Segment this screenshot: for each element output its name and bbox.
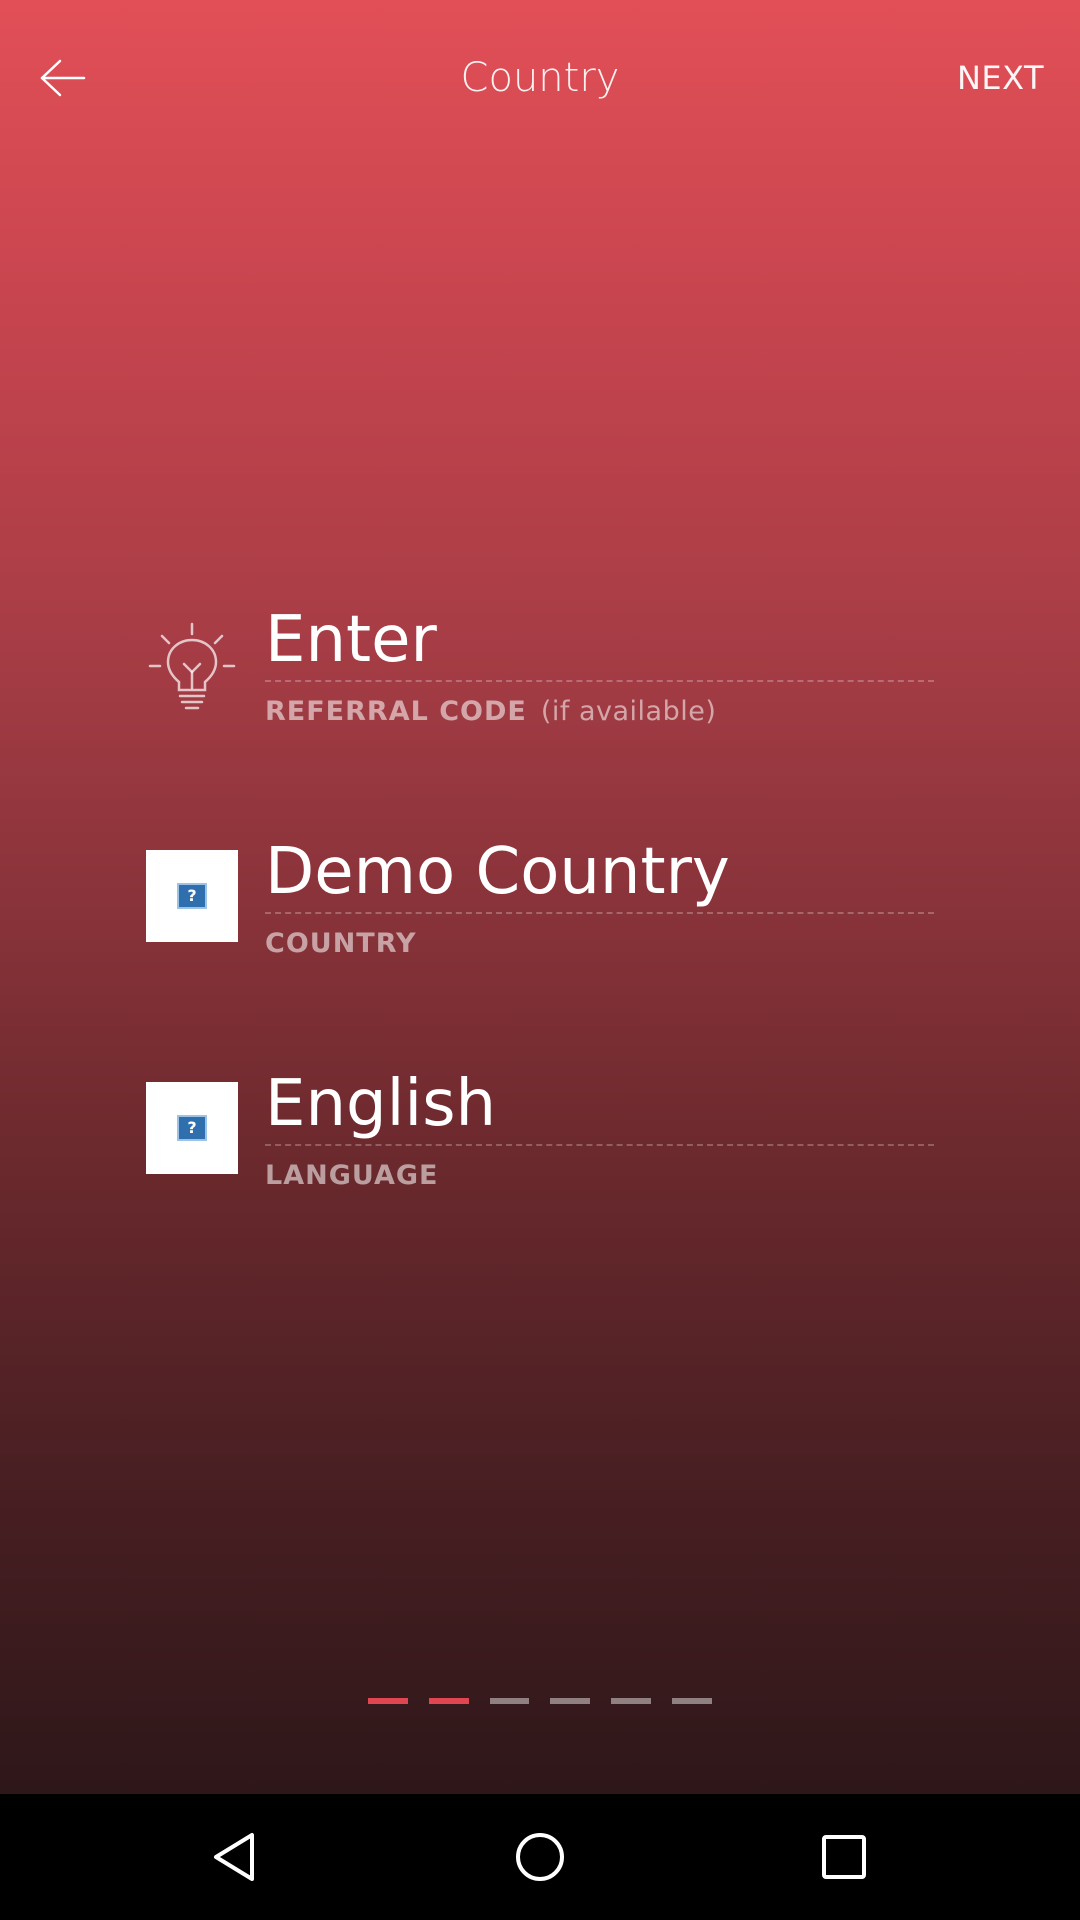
referral-code-hint: (if available) xyxy=(540,696,717,727)
language-label: LANGUAGE xyxy=(265,1156,438,1196)
back-button[interactable] xyxy=(22,38,102,118)
step-dash xyxy=(672,1698,712,1704)
country-label-text: COUNTRY xyxy=(265,928,417,959)
nav-back-triangle-icon xyxy=(214,1833,254,1881)
country-underline xyxy=(265,912,934,914)
language-flag-button[interactable]: ? xyxy=(146,1082,238,1174)
country-label: COUNTRY xyxy=(265,924,417,964)
referral-code-label-text: REFERRAL CODE xyxy=(265,696,527,727)
country-selector[interactable]: Demo Country xyxy=(265,832,934,912)
referral-code-row: Enter REFERRAL CODE (if available) xyxy=(146,600,934,750)
nav-home-button[interactable] xyxy=(490,1812,590,1902)
step-dash xyxy=(611,1698,652,1704)
step-dash xyxy=(489,1698,530,1704)
nav-recents-square-icon xyxy=(822,1835,866,1879)
language-selector[interactable]: English xyxy=(265,1064,934,1144)
flag-placeholder-icon: ? xyxy=(177,1115,207,1141)
referral-code-input[interactable]: Enter xyxy=(265,600,934,680)
referral-code-underline xyxy=(265,680,934,682)
step-indicator xyxy=(368,1698,712,1704)
top-bar: Country NEXT xyxy=(0,0,1080,156)
next-button[interactable]: NEXT xyxy=(957,52,1044,104)
referral-code-label: REFERRAL CODE (if available) xyxy=(265,692,716,732)
flag-placeholder-icon: ? xyxy=(177,883,207,909)
language-row: ? English LANGUAGE xyxy=(146,1064,934,1214)
system-navigation-bar xyxy=(0,1794,1080,1920)
app-screen: Country NEXT Enter REFERRAL CODE (if ava… xyxy=(0,0,1080,1794)
language-label-text: LANGUAGE xyxy=(265,1160,439,1191)
page-title: Country xyxy=(460,55,620,101)
step-dash xyxy=(428,1698,469,1704)
country-row: ? Demo Country COUNTRY xyxy=(146,832,934,982)
nav-recents-button[interactable] xyxy=(794,1812,894,1902)
step-dash xyxy=(368,1698,408,1704)
lightbulb-icon xyxy=(146,620,238,712)
nav-home-circle-icon xyxy=(516,1833,564,1881)
nav-back-button[interactable] xyxy=(186,1812,286,1902)
arrow-left-icon xyxy=(40,59,86,97)
step-dash xyxy=(550,1698,591,1704)
country-flag-button[interactable]: ? xyxy=(146,850,238,942)
language-underline xyxy=(265,1144,934,1146)
